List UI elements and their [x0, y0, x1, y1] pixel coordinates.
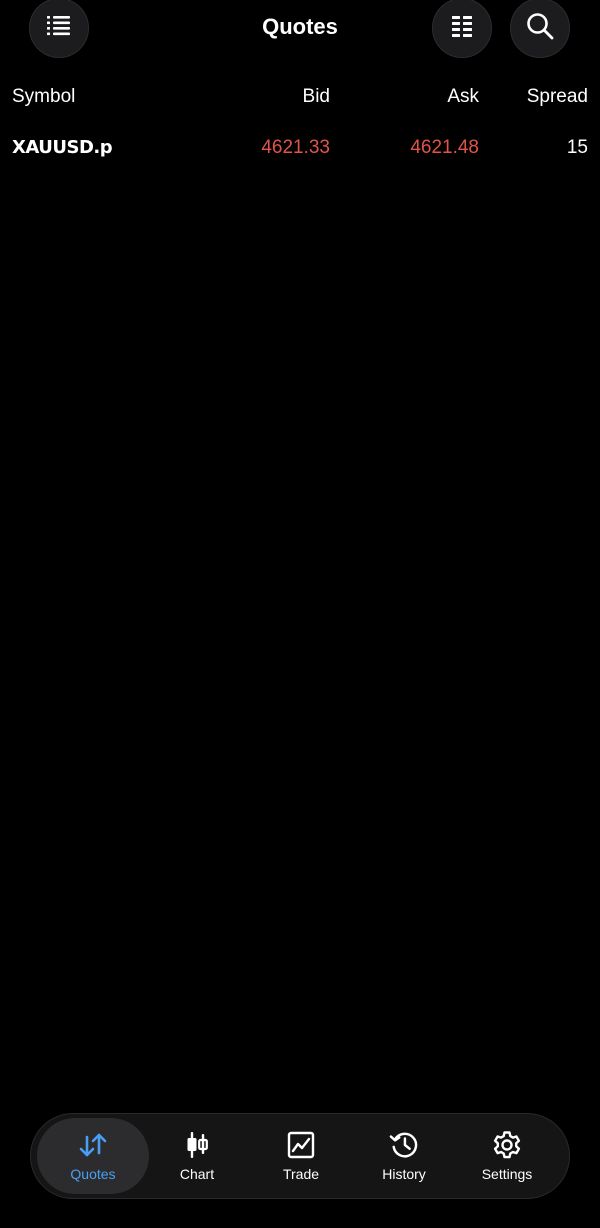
page-title: Quotes — [262, 14, 338, 39]
tab-trade[interactable]: Trade — [245, 1118, 357, 1194]
tab-quotes[interactable]: Quotes — [37, 1118, 149, 1194]
menu-button[interactable] — [29, 0, 89, 58]
quote-spread: 15 — [566, 137, 588, 158]
column-header-symbol[interactable]: Symbol — [12, 86, 75, 108]
list-icon — [46, 15, 72, 42]
tab-label: Trade — [282, 1166, 320, 1182]
history-clock-icon — [389, 1130, 419, 1160]
bottom-tab-bar: Quotes Chart Trade History Settings — [30, 1113, 570, 1199]
trend-chart-icon — [286, 1130, 316, 1160]
columns-icon — [450, 15, 474, 42]
quote-bid: 4621.33 — [261, 137, 330, 158]
tab-settings[interactable]: Settings — [451, 1118, 563, 1194]
quote-ask: 4621.48 — [410, 137, 479, 158]
tab-history[interactable]: History — [348, 1118, 460, 1194]
tab-label: Chart — [179, 1166, 215, 1182]
column-header-spread[interactable]: Spread — [527, 86, 588, 108]
columns-button[interactable] — [432, 0, 492, 58]
tab-chart[interactable]: Chart — [141, 1118, 253, 1194]
arrows-up-down-icon — [78, 1130, 108, 1160]
search-button[interactable] — [510, 0, 570, 58]
tab-label: Settings — [481, 1166, 533, 1182]
quote-row[interactable]: XAUUSD.p 4621.33 4621.48 15 — [0, 126, 600, 172]
top-bar: Quotes — [0, 0, 600, 60]
column-header-bid[interactable]: Bid — [303, 86, 330, 108]
tab-label: History — [382, 1166, 426, 1182]
quote-symbol: XAUUSD.p — [12, 137, 113, 158]
tab-label: Quotes — [70, 1166, 116, 1182]
gear-icon — [492, 1130, 522, 1160]
column-header-ask[interactable]: Ask — [447, 86, 479, 108]
search-icon — [525, 11, 555, 46]
candlestick-icon — [182, 1130, 212, 1160]
